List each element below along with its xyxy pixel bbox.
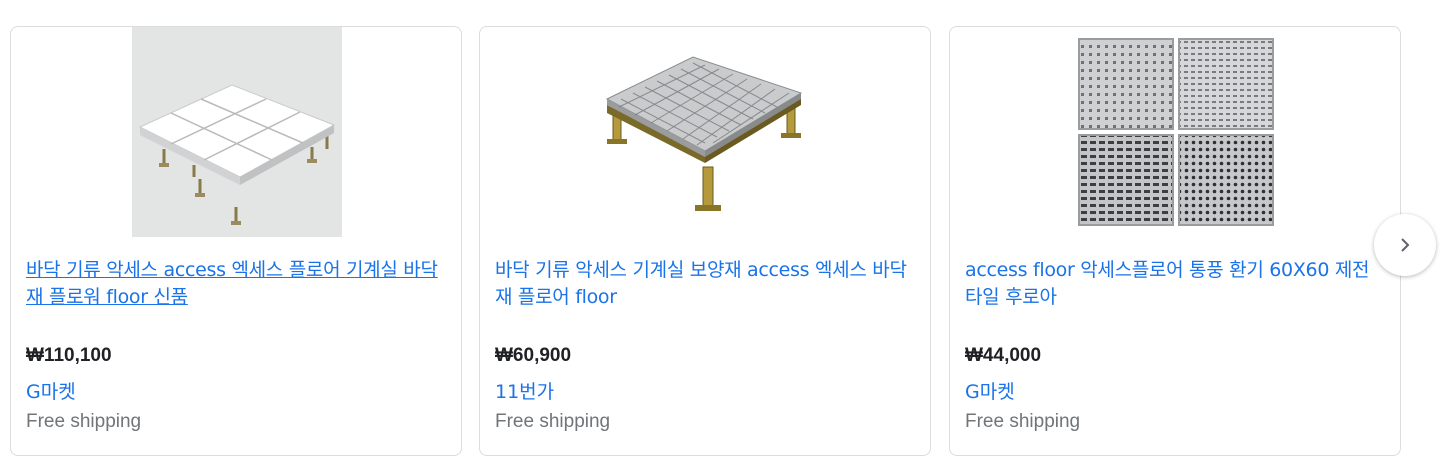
product-price: ₩60,900 xyxy=(495,345,572,366)
product-price: ₩110,100 xyxy=(26,345,112,366)
carousel-next-button[interactable] xyxy=(1374,214,1436,276)
product-title-link[interactable]: 바닥 기류 악세스 access 엑세스 플로어 기계실 바닥재 플로워 flo… xyxy=(26,257,446,311)
product-title-link[interactable]: 바닥 기류 악세스 기계실 보양재 access 엑세스 바닥재 플로어 flo… xyxy=(495,257,915,311)
product-seller[interactable]: G마켓 xyxy=(26,377,76,404)
product-shipping: Free shipping xyxy=(495,411,611,432)
product-image[interactable] xyxy=(132,27,342,237)
product-shipping: Free shipping xyxy=(26,411,142,432)
product-title-link[interactable]: access floor 악세스플로어 통풍 환기 60X60 제전 타일 후로… xyxy=(965,257,1385,311)
product-card[interactable]: 바닥 기류 악세스 access 엑세스 플로어 기계실 바닥재 플로워 flo… xyxy=(10,26,462,456)
product-card[interactable]: 바닥 기류 악세스 기계실 보양재 access 엑세스 바닥재 플로어 flo… xyxy=(479,26,931,456)
raised-floor-white-image xyxy=(138,84,336,225)
product-image[interactable] xyxy=(601,27,811,237)
chevron-right-icon xyxy=(1401,238,1410,252)
raised-floor-panel-image xyxy=(605,56,803,211)
product-price: ₩44,000 xyxy=(965,345,1042,366)
product-seller[interactable]: G마켓 xyxy=(965,377,1015,404)
product-shipping: Free shipping xyxy=(965,411,1081,432)
product-seller[interactable]: 11번가 xyxy=(495,377,554,404)
product-image[interactable] xyxy=(1071,27,1281,237)
perforated-tiles-image xyxy=(1078,38,1274,226)
product-card[interactable]: access floor 악세스플로어 통풍 환기 60X60 제전 타일 후로… xyxy=(949,26,1401,456)
